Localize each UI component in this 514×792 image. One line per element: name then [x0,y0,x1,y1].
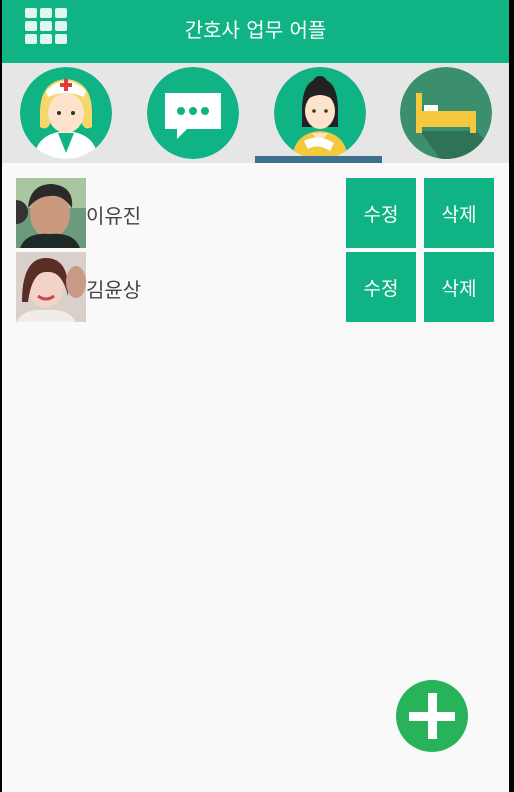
edit-button[interactable]: 수정 [346,252,416,322]
patient-name: 김윤상 [86,278,142,302]
tab-beds[interactable] [400,67,492,159]
edit-button[interactable]: 수정 [346,178,416,248]
tab-indicator [255,156,382,163]
patient-row[interactable]: 이유진 수정 삭제 [16,178,496,248]
delete-button[interactable]: 삭제 [424,252,494,322]
tab-bar [2,63,509,163]
patient-row[interactable]: 김윤상 수정 삭제 [16,252,496,322]
app-title: 간호사 업무 어플 [184,18,327,42]
tab-nurse[interactable] [20,67,112,159]
patient-photo [16,178,86,248]
app-bar: 간호사 업무 어플 [2,0,509,63]
tab-patients[interactable] [274,67,366,159]
add-patient-button[interactable] [396,680,468,752]
nurse-icon [20,67,112,159]
tab-messages[interactable] [147,67,239,159]
patient-photo [16,252,86,322]
hospital-bed-icon [400,67,492,159]
chat-bubble-icon [147,67,239,159]
patient-icon [274,67,366,159]
app-screen: 간호사 업무 어플 이유진 수정 삭제 김윤상 수정 삭제 [2,0,509,792]
patient-name: 이유진 [86,204,142,228]
delete-button[interactable]: 삭제 [424,178,494,248]
